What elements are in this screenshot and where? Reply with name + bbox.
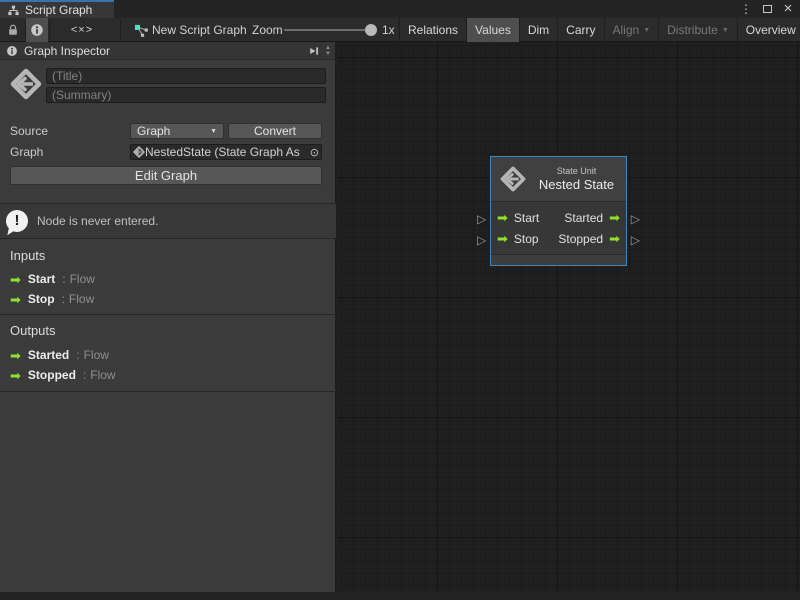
flow-arrow-icon: ➡	[10, 369, 21, 382]
nested-state-node[interactable]: State Unit Nested State ➡ Start Started …	[490, 156, 627, 266]
info-icon	[30, 23, 44, 37]
graph-object-field[interactable]: NestedState (State Graph As ⊙	[130, 144, 322, 160]
toolbar-right-group: Relations Values Dim Carry Align ▼ Distr…	[399, 18, 800, 42]
object-picker-icon[interactable]: ⊙	[308, 146, 321, 159]
dock-panel-icon[interactable]	[308, 45, 320, 57]
chevron-down-icon: ▼	[722, 27, 729, 34]
connection-socket-icon[interactable]: ▷	[631, 234, 640, 246]
maximize-glyph	[763, 5, 772, 13]
toolbar-separator	[49, 20, 50, 40]
node-ports: ➡ Start Started ➡ ➡ Stop Stopped ➡	[491, 202, 626, 249]
convert-button[interactable]: Convert	[228, 123, 322, 139]
edit-graph-button[interactable]: Edit Graph	[10, 166, 322, 185]
new-script-graph-icon-wrap	[133, 18, 149, 42]
node-port-row: ➡ Stop Stopped ➡	[497, 228, 620, 249]
dim-button[interactable]: Dim	[519, 18, 557, 42]
warning-text: Node is never entered.	[37, 214, 158, 228]
node-header[interactable]: State Unit Nested State	[491, 157, 626, 202]
source-label: Source	[10, 124, 48, 138]
input-port-start[interactable]: ➡ Start	[497, 211, 539, 225]
window-maximize-icon[interactable]	[760, 0, 774, 18]
overview-button[interactable]: Overview	[737, 18, 800, 42]
new-script-graph-icon	[134, 23, 149, 38]
align-button[interactable]: Align ▼	[604, 18, 659, 42]
tab-label: Script Graph	[25, 3, 92, 17]
output-port-started[interactable]: Started ➡	[564, 211, 620, 225]
lock-button[interactable]	[2, 18, 24, 42]
lock-icon	[6, 23, 20, 37]
graph-field-label: Graph	[10, 145, 43, 159]
node-titles: State Unit Nested State	[535, 166, 626, 192]
chevron-down-icon: ▼	[643, 27, 650, 34]
state-unit-icon	[500, 166, 526, 192]
zoom-label: Zoom	[252, 18, 283, 42]
output-port-stopped[interactable]: Stopped ➡	[558, 232, 620, 246]
outputs-header: Outputs	[10, 323, 56, 338]
window-titlebar: Script Graph ⋮ ×	[0, 0, 800, 18]
inspector-toggle-button[interactable]	[26, 18, 48, 42]
flow-arrow-icon: ➡	[497, 232, 508, 245]
node-footer	[491, 254, 626, 265]
panel-scroll-arrows[interactable]: ▲ ▼	[325, 45, 331, 57]
connection-socket-icon[interactable]: ▷	[477, 213, 486, 225]
inspector-header: Graph Inspector ▲ ▼	[0, 42, 335, 60]
connection-socket-icon[interactable]: ▷	[477, 234, 486, 246]
flow-arrow-icon: ➡	[497, 211, 508, 224]
state-graph-icon	[10, 67, 42, 101]
graph-toolbar: <×> New Script Graph Zoom 1x Relations V…	[0, 18, 800, 42]
node-port-row: ➡ Start Started ➡	[497, 207, 620, 228]
inspector-header-controls: ▲ ▼	[308, 42, 331, 60]
flow-arrow-icon: ➡	[609, 232, 620, 245]
zoom-slider-track[interactable]	[284, 29, 372, 31]
node-type-label: State Unit	[557, 166, 597, 176]
zoom-slider-handle[interactable]	[365, 24, 377, 36]
new-script-graph-label: New Script Graph	[152, 18, 247, 42]
input-port-row: ➡ Start : Flow	[10, 271, 95, 287]
graph-summary-input[interactable]	[46, 87, 326, 103]
input-port-stop[interactable]: ➡ Stop	[497, 232, 539, 246]
warning-box: ! Node is never entered.	[0, 203, 336, 239]
chevron-down-icon: ▼	[210, 128, 217, 135]
section-divider	[0, 391, 336, 392]
relations-button[interactable]: Relations	[399, 18, 466, 42]
inputs-header: Inputs	[10, 248, 45, 263]
tab-script-graph[interactable]: Script Graph	[0, 0, 114, 18]
script-graph-icon	[7, 4, 20, 17]
warning-icon: !	[6, 210, 28, 232]
window-close-icon[interactable]: ×	[781, 0, 795, 18]
window-controls: ⋮ ×	[739, 0, 798, 18]
source-dropdown[interactable]: Graph ▼	[130, 123, 224, 139]
window-bottom-edge	[0, 592, 800, 600]
carry-button[interactable]: Carry	[557, 18, 603, 42]
zoom-value: 1x	[382, 18, 395, 42]
graph-title-input[interactable]	[46, 68, 326, 84]
flow-arrow-icon: ➡	[10, 293, 21, 306]
output-port-row: ➡ Started : Flow	[10, 347, 109, 363]
info-icon	[6, 45, 18, 57]
input-port-row: ➡ Stop : Flow	[10, 291, 94, 307]
graph-canvas[interactable]: State Unit Nested State ➡ Start Started …	[337, 42, 800, 600]
flow-arrow-icon: ➡	[609, 211, 620, 224]
state-graph-icon	[133, 146, 145, 158]
code-icon: <×>	[71, 24, 93, 36]
flow-arrow-icon: ➡	[10, 273, 21, 286]
distribute-button[interactable]: Distribute ▼	[658, 18, 737, 42]
values-button[interactable]: Values	[466, 18, 519, 42]
scroll-down-icon[interactable]: ▼	[325, 51, 331, 57]
node-title: Nested State	[539, 177, 614, 192]
output-port-row: ➡ Stopped : Flow	[10, 367, 116, 383]
toolbar-separator	[120, 20, 121, 40]
window-menu-icon[interactable]: ⋮	[739, 0, 753, 18]
code-preview-button[interactable]: <×>	[62, 18, 102, 42]
graph-object-value: NestedState (State Graph As	[145, 145, 308, 159]
flow-arrow-icon: ➡	[10, 349, 21, 362]
connection-socket-icon[interactable]: ▷	[631, 213, 640, 225]
inspector-title: Graph Inspector	[24, 44, 110, 58]
section-divider	[0, 314, 336, 315]
graph-inspector-panel: Graph Inspector ▲ ▼ Source Graph ▼ Conve…	[0, 42, 336, 592]
